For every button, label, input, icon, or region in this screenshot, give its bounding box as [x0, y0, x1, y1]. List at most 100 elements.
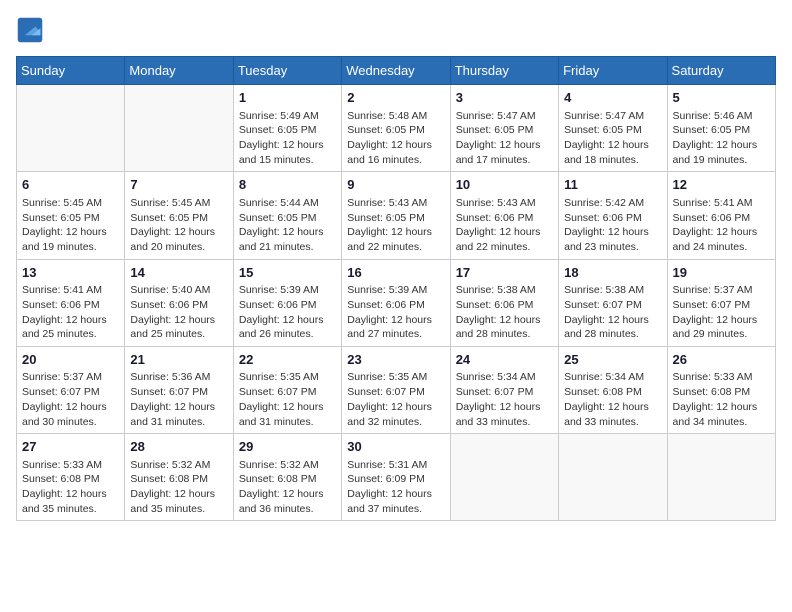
day-number: 22	[239, 351, 336, 369]
day-info: Sunrise: 5:47 AMSunset: 6:05 PMDaylight:…	[564, 109, 661, 168]
page-header	[16, 16, 776, 44]
calendar-cell: 17Sunrise: 5:38 AMSunset: 6:06 PMDayligh…	[450, 259, 558, 346]
day-number: 14	[130, 264, 227, 282]
day-info: Sunrise: 5:44 AMSunset: 6:05 PMDaylight:…	[239, 196, 336, 255]
day-number: 12	[673, 176, 770, 194]
day-info: Sunrise: 5:36 AMSunset: 6:07 PMDaylight:…	[130, 370, 227, 429]
weekday-header-tuesday: Tuesday	[233, 57, 341, 85]
week-row-3: 13Sunrise: 5:41 AMSunset: 6:06 PMDayligh…	[17, 259, 776, 346]
logo-icon	[16, 16, 44, 44]
day-number: 1	[239, 89, 336, 107]
calendar-cell: 10Sunrise: 5:43 AMSunset: 6:06 PMDayligh…	[450, 172, 558, 259]
day-number: 29	[239, 438, 336, 456]
calendar-cell: 13Sunrise: 5:41 AMSunset: 6:06 PMDayligh…	[17, 259, 125, 346]
calendar-cell: 11Sunrise: 5:42 AMSunset: 6:06 PMDayligh…	[559, 172, 667, 259]
calendar-cell	[450, 434, 558, 521]
calendar-cell: 30 Sunrise: 5:31 AMSunset: 6:09 PMDayligh…	[342, 434, 450, 521]
day-number: 19	[673, 264, 770, 282]
day-info: Sunrise: 5:40 AMSunset: 6:06 PMDaylight:…	[130, 283, 227, 342]
weekday-header-thursday: Thursday	[450, 57, 558, 85]
day-number: 18	[564, 264, 661, 282]
calendar-cell: 19Sunrise: 5:37 AMSunset: 6:07 PMDayligh…	[667, 259, 775, 346]
calendar-cell: 9 Sunrise: 5:43 AMSunset: 6:05 PMDaylight…	[342, 172, 450, 259]
day-info: Sunrise: 5:31 AMSunset: 6:09 PMDaylight:…	[347, 458, 444, 517]
day-number: 25	[564, 351, 661, 369]
day-number: 16	[347, 264, 444, 282]
calendar-cell: 7 Sunrise: 5:45 AMSunset: 6:05 PMDaylight…	[125, 172, 233, 259]
day-info: Sunrise: 5:41 AMSunset: 6:06 PMDaylight:…	[673, 196, 770, 255]
calendar-cell: 16Sunrise: 5:39 AMSunset: 6:06 PMDayligh…	[342, 259, 450, 346]
day-info: Sunrise: 5:38 AMSunset: 6:06 PMDaylight:…	[456, 283, 553, 342]
calendar-cell: 22Sunrise: 5:35 AMSunset: 6:07 PMDayligh…	[233, 346, 341, 433]
day-number: 30	[347, 438, 444, 456]
day-info: Sunrise: 5:41 AMSunset: 6:06 PMDaylight:…	[22, 283, 119, 342]
day-info: Sunrise: 5:49 AMSunset: 6:05 PMDaylight:…	[239, 109, 336, 168]
day-number: 4	[564, 89, 661, 107]
day-number: 23	[347, 351, 444, 369]
day-number: 6	[22, 176, 119, 194]
day-number: 7	[130, 176, 227, 194]
calendar-cell: 26Sunrise: 5:33 AMSunset: 6:08 PMDayligh…	[667, 346, 775, 433]
weekday-header-saturday: Saturday	[667, 57, 775, 85]
day-info: Sunrise: 5:33 AMSunset: 6:08 PMDaylight:…	[673, 370, 770, 429]
calendar-cell: 8 Sunrise: 5:44 AMSunset: 6:05 PMDaylight…	[233, 172, 341, 259]
day-info: Sunrise: 5:46 AMSunset: 6:05 PMDaylight:…	[673, 109, 770, 168]
calendar-cell: 15Sunrise: 5:39 AMSunset: 6:06 PMDayligh…	[233, 259, 341, 346]
logo	[16, 16, 48, 44]
day-number: 20	[22, 351, 119, 369]
calendar-cell: 3 Sunrise: 5:47 AMSunset: 6:05 PMDaylight…	[450, 85, 558, 172]
day-info: Sunrise: 5:39 AMSunset: 6:06 PMDaylight:…	[239, 283, 336, 342]
day-number: 17	[456, 264, 553, 282]
day-number: 5	[673, 89, 770, 107]
calendar-cell	[559, 434, 667, 521]
day-info: Sunrise: 5:45 AMSunset: 6:05 PMDaylight:…	[22, 196, 119, 255]
day-info: Sunrise: 5:39 AMSunset: 6:06 PMDaylight:…	[347, 283, 444, 342]
week-row-5: 27 Sunrise: 5:33 AMSunset: 6:08 PMDayligh…	[17, 434, 776, 521]
calendar-cell: 2 Sunrise: 5:48 AMSunset: 6:05 PMDaylight…	[342, 85, 450, 172]
day-info: Sunrise: 5:32 AMSunset: 6:08 PMDaylight:…	[130, 458, 227, 517]
calendar-cell: 24Sunrise: 5:34 AMSunset: 6:07 PMDayligh…	[450, 346, 558, 433]
day-number: 26	[673, 351, 770, 369]
day-info: Sunrise: 5:35 AMSunset: 6:07 PMDaylight:…	[239, 370, 336, 429]
calendar-cell: 18Sunrise: 5:38 AMSunset: 6:07 PMDayligh…	[559, 259, 667, 346]
calendar-cell: 29 Sunrise: 5:32 AMSunset: 6:08 PMDayligh…	[233, 434, 341, 521]
day-info: Sunrise: 5:47 AMSunset: 6:05 PMDaylight:…	[456, 109, 553, 168]
weekday-header-row: SundayMondayTuesdayWednesdayThursdayFrid…	[17, 57, 776, 85]
weekday-header-sunday: Sunday	[17, 57, 125, 85]
day-info: Sunrise: 5:33 AMSunset: 6:08 PMDaylight:…	[22, 458, 119, 517]
calendar-cell: 4 Sunrise: 5:47 AMSunset: 6:05 PMDaylight…	[559, 85, 667, 172]
calendar-table: SundayMondayTuesdayWednesdayThursdayFrid…	[16, 56, 776, 521]
day-number: 11	[564, 176, 661, 194]
day-number: 27	[22, 438, 119, 456]
day-info: Sunrise: 5:43 AMSunset: 6:06 PMDaylight:…	[456, 196, 553, 255]
day-number: 8	[239, 176, 336, 194]
calendar-cell: 12 Sunrise: 5:41 AMSunset: 6:06 PMDayligh…	[667, 172, 775, 259]
calendar-cell: 25Sunrise: 5:34 AMSunset: 6:08 PMDayligh…	[559, 346, 667, 433]
day-number: 15	[239, 264, 336, 282]
calendar-cell: 6 Sunrise: 5:45 AMSunset: 6:05 PMDaylight…	[17, 172, 125, 259]
week-row-2: 6 Sunrise: 5:45 AMSunset: 6:05 PMDaylight…	[17, 172, 776, 259]
calendar-cell: 23Sunrise: 5:35 AMSunset: 6:07 PMDayligh…	[342, 346, 450, 433]
day-number: 21	[130, 351, 227, 369]
day-info: Sunrise: 5:34 AMSunset: 6:07 PMDaylight:…	[456, 370, 553, 429]
day-info: Sunrise: 5:43 AMSunset: 6:05 PMDaylight:…	[347, 196, 444, 255]
day-number: 28	[130, 438, 227, 456]
day-info: Sunrise: 5:45 AMSunset: 6:05 PMDaylight:…	[130, 196, 227, 255]
day-number: 3	[456, 89, 553, 107]
weekday-header-wednesday: Wednesday	[342, 57, 450, 85]
day-number: 24	[456, 351, 553, 369]
day-number: 13	[22, 264, 119, 282]
day-number: 9	[347, 176, 444, 194]
calendar-cell: 27 Sunrise: 5:33 AMSunset: 6:08 PMDayligh…	[17, 434, 125, 521]
calendar-cell	[17, 85, 125, 172]
day-number: 2	[347, 89, 444, 107]
day-info: Sunrise: 5:32 AMSunset: 6:08 PMDaylight:…	[239, 458, 336, 517]
day-info: Sunrise: 5:35 AMSunset: 6:07 PMDaylight:…	[347, 370, 444, 429]
day-info: Sunrise: 5:38 AMSunset: 6:07 PMDaylight:…	[564, 283, 661, 342]
calendar-cell: 21Sunrise: 5:36 AMSunset: 6:07 PMDayligh…	[125, 346, 233, 433]
calendar-cell: 5 Sunrise: 5:46 AMSunset: 6:05 PMDaylight…	[667, 85, 775, 172]
day-info: Sunrise: 5:34 AMSunset: 6:08 PMDaylight:…	[564, 370, 661, 429]
day-info: Sunrise: 5:37 AMSunset: 6:07 PMDaylight:…	[22, 370, 119, 429]
day-info: Sunrise: 5:48 AMSunset: 6:05 PMDaylight:…	[347, 109, 444, 168]
calendar-cell	[667, 434, 775, 521]
